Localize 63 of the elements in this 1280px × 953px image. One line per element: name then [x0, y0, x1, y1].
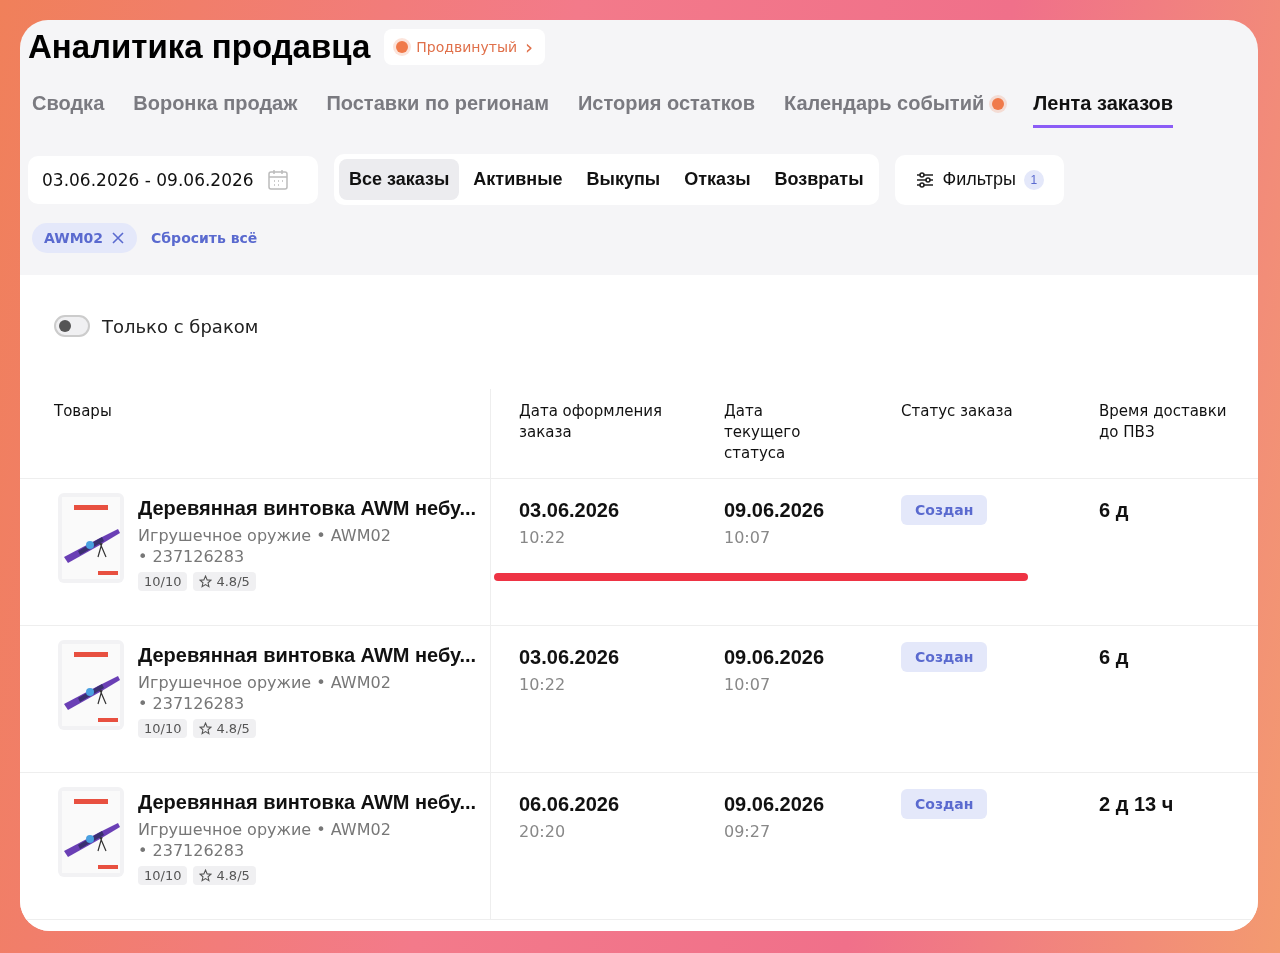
delivery-time: 6 д [1099, 499, 1129, 522]
column-header: Товары [20, 389, 491, 478]
date-range-field[interactable]: 03.06.2026 - 09.06.2026 [28, 155, 318, 204]
segment-button[interactable]: Все заказы [339, 159, 460, 200]
reset-link[interactable]: Сбросить всё [151, 230, 258, 246]
status-dot-icon [396, 41, 409, 53]
score-tag: 10/10 [138, 572, 188, 591]
product-article: • 237126283 [138, 547, 246, 566]
order-date: 03.06.2026 [519, 499, 620, 522]
column-header: Время доставки до ПВЗ [1098, 401, 1228, 443]
tab[interactable]: Воронка продаж [133, 92, 298, 128]
segment-button[interactable]: Выкупы [576, 159, 671, 200]
toggle-switch[interactable] [54, 315, 90, 337]
delivery-time: 2 д 13 ч [1099, 793, 1174, 816]
status-badge: Создан [901, 642, 988, 672]
order-time: 10:22 [519, 528, 566, 547]
product-article: • 237126283 [138, 841, 246, 860]
tab[interactable]: История остатков [577, 92, 755, 128]
status-date: 09.06.2026 [724, 499, 825, 522]
filter-count-badge: 1 [1023, 169, 1044, 190]
rating-tag: 4.8/5 [193, 866, 256, 885]
product-name[interactable]: Деревянная винтовка AWM небу... [138, 791, 477, 814]
product-category: Игрушечное оружие • AWM02 [138, 526, 392, 545]
product-article: • 237126283 [138, 694, 246, 713]
delivery-time: 6 д [1099, 646, 1129, 669]
filter-icon [914, 169, 935, 190]
column-header: Статус заказа [900, 401, 1014, 422]
product-category: Игрушечное оружие • AWM02 [138, 820, 392, 839]
status-badge: Создан [901, 789, 988, 819]
star-icon [199, 575, 213, 588]
rating-tag: 4.8/5 [193, 719, 256, 738]
status-time: 09:27 [724, 822, 771, 841]
order-date: 03.06.2026 [519, 646, 620, 669]
order-date: 06.06.2026 [519, 793, 620, 816]
star-icon [199, 869, 213, 882]
status-badge: Создан [901, 495, 988, 525]
star-icon [199, 722, 213, 735]
close-icon[interactable] [111, 231, 126, 245]
segment-button[interactable]: Активные [463, 159, 573, 200]
score-tag: 10/10 [138, 866, 188, 885]
page-title: Аналитика продавца [28, 28, 371, 66]
status-date: 09.06.2026 [724, 646, 825, 669]
segment-button[interactable]: Отказы [674, 159, 761, 200]
status-time: 10:07 [724, 528, 771, 547]
status-date: 09.06.2026 [724, 793, 825, 816]
tab[interactable]: Поставки по регионам [326, 92, 549, 128]
product-name[interactable]: Деревянная винтовка AWM небу... [138, 497, 477, 520]
status-time: 10:07 [724, 675, 771, 694]
order-time: 20:20 [519, 822, 566, 841]
column-header: Дата оформления заказа [518, 401, 664, 443]
score-tag: 10/10 [138, 719, 188, 738]
product-category: Игрушечное оружие • AWM02 [138, 673, 392, 692]
order-time: 10:22 [519, 675, 566, 694]
product-name[interactable]: Деревянная винтовка AWM небу... [138, 644, 477, 667]
tab[interactable]: Лента заказов [1033, 92, 1174, 128]
rating-tag: 4.8/5 [193, 572, 256, 591]
segment-button[interactable]: Возвраты [764, 159, 874, 200]
toggle-label: Только с браком [102, 315, 259, 337]
column-header: Дата текущего статуса [723, 401, 802, 464]
tab[interactable]: Сводка [32, 92, 105, 128]
tab[interactable]: Календарь событий [784, 92, 1005, 128]
filters-button[interactable]: Фильтры 1 [894, 154, 1064, 205]
filter-chip[interactable]: AWM02 [32, 223, 138, 253]
